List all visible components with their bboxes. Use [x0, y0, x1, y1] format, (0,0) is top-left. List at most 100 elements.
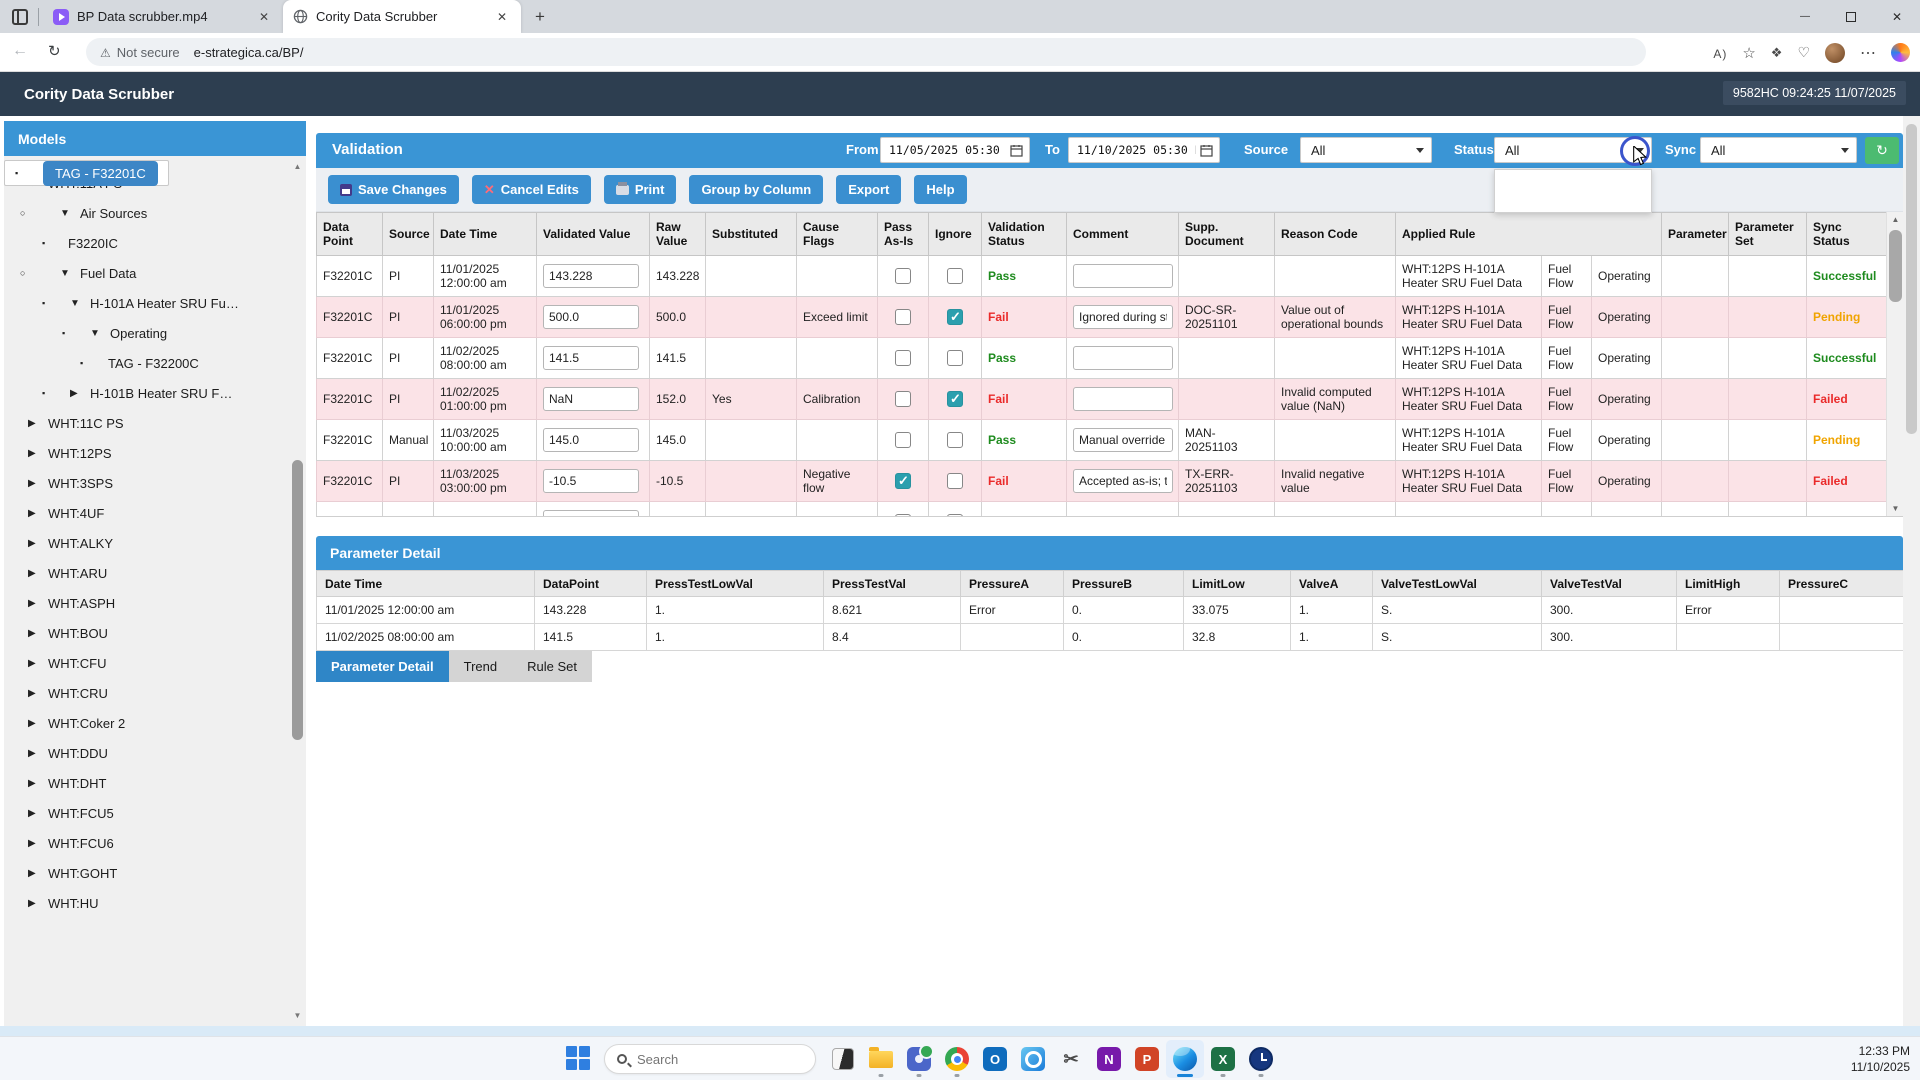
snipping-tool-icon[interactable]: [1052, 1040, 1090, 1078]
pass-as-is-checkbox[interactable]: [895, 350, 911, 366]
validated-value-input[interactable]: [543, 469, 639, 493]
col-cause-flags[interactable]: Cause Flags: [797, 213, 878, 256]
edge-icon[interactable]: [1166, 1040, 1204, 1078]
validated-value-input[interactable]: [543, 305, 639, 329]
comment-input[interactable]: [1073, 387, 1173, 411]
sidebar-tree-item[interactable]: ▶WHT:BOU: [4, 618, 290, 648]
calendar-icon[interactable]: [1200, 144, 1213, 157]
sidebar-tree-item[interactable]: ▪▼Operating: [4, 318, 290, 348]
sidebar-tree-item[interactable]: ▪F3220IC: [4, 228, 290, 258]
scrollbar-thumb[interactable]: [292, 460, 303, 740]
sidebar-tree-item[interactable]: ▶WHT:GOHT: [4, 858, 290, 888]
pass-as-is-checkbox[interactable]: [895, 473, 911, 489]
ignore-checkbox[interactable]: [947, 391, 963, 407]
to-date-value[interactable]: [1075, 142, 1198, 158]
maximize-button[interactable]: [1828, 0, 1874, 33]
col-parameter[interactable]: Parameter: [1662, 213, 1729, 256]
scrollbar-thumb[interactable]: [1906, 124, 1917, 434]
from-date-input[interactable]: [880, 137, 1030, 163]
sidebar-tree-item[interactable]: ▶WHT:HU: [4, 888, 290, 918]
back-icon[interactable]: [12, 42, 28, 60]
scroll-up-icon[interactable]: ▲: [291, 160, 304, 173]
validated-value-input[interactable]: [543, 346, 639, 370]
sidebar-tree-item-selected[interactable]: ▪TAG - F32201C: [4, 160, 169, 186]
tab-cority-data-scrubber[interactable]: Cority Data Scrubber ✕: [283, 0, 521, 33]
tab-actions-icon[interactable]: [12, 9, 28, 25]
sidebar-tree-item[interactable]: ▪▶H-101B Heater SRU F…: [4, 378, 290, 408]
onenote-icon[interactable]: N: [1090, 1040, 1128, 1078]
photos-icon[interactable]: [1014, 1040, 1052, 1078]
clock-app-icon[interactable]: [1242, 1040, 1280, 1078]
help-button[interactable]: Help: [914, 175, 966, 204]
sidebar-tree-item[interactable]: ▶WHT:DHT: [4, 768, 290, 798]
ignore-checkbox[interactable]: [947, 268, 963, 284]
group-by-column-button[interactable]: Group by Column: [689, 175, 823, 204]
col-validation-status[interactable]: Validation Status: [982, 213, 1067, 256]
sidebar-tree-item[interactable]: ▶WHT:DDU: [4, 738, 290, 768]
tab-bp-data-scrubber-video[interactable]: BP Data scrubber.mp4 ✕: [43, 0, 283, 33]
col-parameter-set[interactable]: Parameter Set: [1729, 213, 1807, 256]
ignore-checkbox[interactable]: [947, 473, 963, 489]
outlook-icon[interactable]: O: [976, 1040, 1014, 1078]
close-window-button[interactable]: [1874, 0, 1920, 33]
source-select[interactable]: All: [1300, 137, 1432, 163]
tab-parameter-detail[interactable]: Parameter Detail: [316, 651, 449, 682]
close-tab-icon[interactable]: ✕: [493, 8, 511, 26]
taskbar-clock[interactable]: 12:33 PM 11/10/2025: [1851, 1043, 1910, 1075]
pd-col-date-time[interactable]: Date Time: [317, 571, 535, 597]
sidebar-tree-item[interactable]: ▶WHT:Coker 2: [4, 708, 290, 738]
validated-value-input[interactable]: [543, 387, 639, 411]
ignore-checkbox[interactable]: [947, 514, 963, 517]
pd-col-presstestlowval[interactable]: PressTestLowVal: [647, 571, 824, 597]
sidebar-tree-item[interactable]: ○▼Fuel Data: [4, 258, 290, 288]
col-comment[interactable]: Comment: [1067, 213, 1179, 256]
sidebar-tree-item[interactable]: ▶WHT:3SPS: [4, 468, 290, 498]
col-applied-rule[interactable]: Applied Rule: [1396, 213, 1662, 256]
pd-col-limitlow[interactable]: LimitLow: [1184, 571, 1291, 597]
comment-input[interactable]: [1073, 428, 1173, 452]
url-field[interactable]: Not secure e-strategica.ca/BP/: [86, 38, 1646, 66]
pd-col-datapoint[interactable]: DataPoint: [535, 571, 647, 597]
ignore-checkbox[interactable]: [947, 432, 963, 448]
pd-col-pressurea[interactable]: PressureA: [961, 571, 1064, 597]
extensions-icon[interactable]: [1771, 44, 1783, 61]
col-date-time[interactable]: Date Time: [434, 213, 537, 256]
col-source[interactable]: Source: [383, 213, 434, 256]
col-supp-document[interactable]: Supp. Document: [1179, 213, 1275, 256]
pd-col-limithigh[interactable]: LimitHigh: [1677, 571, 1780, 597]
col-data-point[interactable]: Data Point: [317, 213, 383, 256]
refresh-button[interactable]: [1865, 137, 1899, 164]
sidebar-tree-item[interactable]: ▶WHT:11C PS: [4, 408, 290, 438]
file-explorer-icon[interactable]: [862, 1040, 900, 1078]
sidebar-tree-item[interactable]: ▪TAG - F32200C: [4, 348, 290, 378]
search-input[interactable]: [635, 1051, 785, 1068]
table-scrollbar[interactable]: ▲ ▼: [1886, 212, 1903, 517]
sidebar-tree-item[interactable]: ▶WHT:CFU: [4, 648, 290, 678]
copilot-icon[interactable]: [1891, 43, 1910, 62]
browser-essentials-icon[interactable]: [1797, 44, 1810, 61]
col-substituted[interactable]: Substituted: [706, 213, 797, 256]
col-ignore[interactable]: Ignore: [929, 213, 982, 256]
cancel-edits-button[interactable]: Cancel Edits: [472, 175, 591, 204]
minimize-button[interactable]: [1782, 0, 1828, 33]
sidebar-tree-item[interactable]: ▶WHT:FCU6: [4, 828, 290, 858]
sync-select[interactable]: All: [1700, 137, 1857, 163]
start-button[interactable]: [566, 1046, 592, 1072]
tab-trend[interactable]: Trend: [449, 651, 512, 682]
sidebar-tree-item[interactable]: ▶WHT:ALKY: [4, 528, 290, 558]
media-app-icon[interactable]: [824, 1040, 862, 1078]
save-changes-button[interactable]: Save Changes: [328, 175, 459, 204]
validated-value-input[interactable]: [543, 428, 639, 452]
status-dropdown-panel[interactable]: [1494, 169, 1652, 213]
pass-as-is-checkbox[interactable]: [895, 432, 911, 448]
ignore-checkbox[interactable]: [947, 350, 963, 366]
tab-rule-set[interactable]: Rule Set: [512, 651, 592, 682]
taskbar-search[interactable]: [604, 1044, 816, 1074]
sidebar-tree-item[interactable]: ○▼Air Sources: [4, 198, 290, 228]
sidebar-tree-item[interactable]: ▪▼H-101A Heater SRU Fu…: [4, 288, 290, 318]
scroll-down-icon[interactable]: ▼: [1887, 501, 1903, 517]
sidebar-tree-item[interactable]: ▶WHT:ASPH: [4, 588, 290, 618]
sidebar-scrollbar[interactable]: ▲ ▼: [291, 160, 304, 1022]
validated-value-input[interactable]: [543, 264, 639, 288]
to-date-input[interactable]: [1068, 137, 1220, 163]
